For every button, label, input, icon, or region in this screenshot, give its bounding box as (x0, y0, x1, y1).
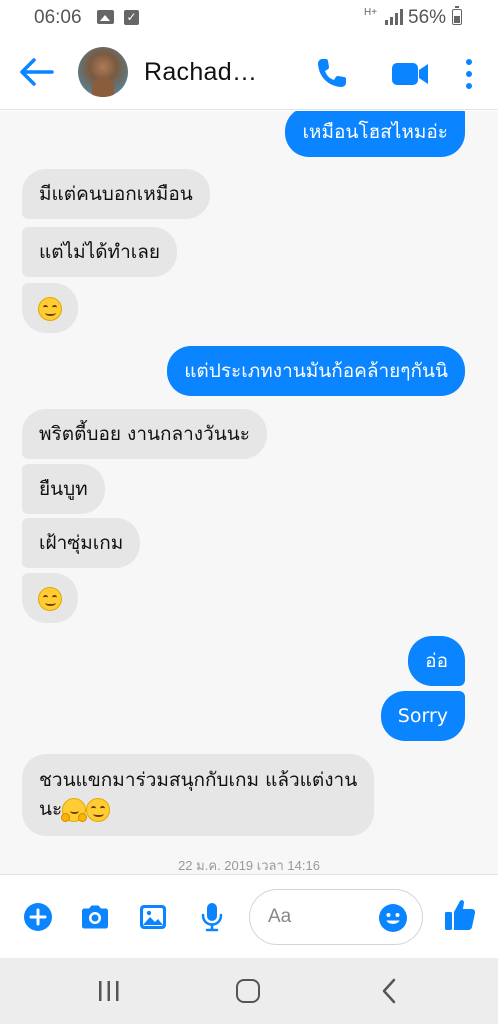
checkbox-notification-icon: ✓ (124, 10, 139, 25)
message-bubble-incoming[interactable]: พริตตี้บอย งานกลางวันนะ (22, 409, 267, 459)
contact-name[interactable]: Rachad… (144, 58, 257, 87)
message-bubble-outgoing[interactable]: เหมือนโฮสไหมอ่ะ (285, 111, 465, 157)
message-bubble-outgoing[interactable]: อ่อ (408, 636, 465, 686)
system-back-icon[interactable] (380, 978, 398, 1004)
home-icon[interactable] (236, 979, 260, 1003)
message-composer (0, 874, 498, 958)
message-bubble-incoming[interactable] (22, 283, 78, 333)
phone-call-icon[interactable] (312, 53, 352, 93)
plus-icon[interactable] (22, 901, 54, 933)
thumbs-up-icon[interactable] (442, 897, 478, 933)
recent-apps-icon[interactable] (97, 980, 121, 1002)
message-text-line: ชวนแขกมาร่วมสนุกกับเกม แล้วแต่งาน (39, 769, 358, 791)
hugging-face-emoji (61, 797, 88, 822)
microphone-icon[interactable] (196, 901, 228, 933)
emoji-icon[interactable] (378, 903, 408, 933)
battery-icon (452, 6, 462, 25)
video-call-icon[interactable] (388, 54, 432, 94)
back-arrow-icon[interactable] (18, 54, 58, 90)
message-input-container[interactable] (249, 889, 423, 945)
battery-percent: 56% (408, 7, 447, 28)
conversation-header: Rachad… (0, 36, 498, 110)
smiling-face-emoji (38, 586, 62, 611)
contact-avatar[interactable] (78, 47, 128, 97)
status-time: 06:06 (34, 7, 82, 28)
gallery-notification-icon (97, 10, 114, 24)
message-input[interactable] (268, 903, 378, 931)
camera-icon[interactable] (79, 901, 111, 933)
message-bubble-incoming[interactable]: ชวนแขกมาร่วมสนุกกับเกม แล้วแต่งาน นะ (22, 754, 375, 836)
message-bubble-incoming[interactable]: แต่ไม่ได้ทำเลย (22, 227, 178, 277)
message-bubble-incoming[interactable]: มีแต่คนบอกเหมือน (22, 169, 210, 219)
smiling-face-emoji (86, 797, 111, 822)
message-thread[interactable]: เหมือนโฮสไหมอ่ะ มีแต่คนบอกเหมือน แต่ไม่ไ… (0, 111, 498, 874)
status-bar: 06:06 ✓ H+ 56% (0, 0, 498, 36)
message-bubble-incoming[interactable] (22, 573, 78, 623)
smiling-face-emoji (38, 296, 62, 321)
network-type: H+ (364, 7, 378, 18)
message-bubble-outgoing[interactable]: Sorry (380, 691, 465, 741)
message-bubble-incoming[interactable]: เฝ้าซุ่มเกม (22, 518, 141, 568)
signal-icon (385, 9, 403, 25)
gallery-icon[interactable] (137, 901, 169, 933)
more-options-icon[interactable] (458, 54, 480, 94)
system-navigation-bar (0, 958, 498, 1024)
message-bubble-outgoing[interactable]: แต่ประเภทงานมันก้อคล้ายๆกันนิ (167, 346, 465, 396)
message-bubble-incoming[interactable]: ยืนบูท (22, 464, 105, 514)
message-text-line: นะ (39, 798, 63, 820)
message-timestamp: 22 ม.ค. 2019 เวลา 14:16 (178, 858, 320, 873)
